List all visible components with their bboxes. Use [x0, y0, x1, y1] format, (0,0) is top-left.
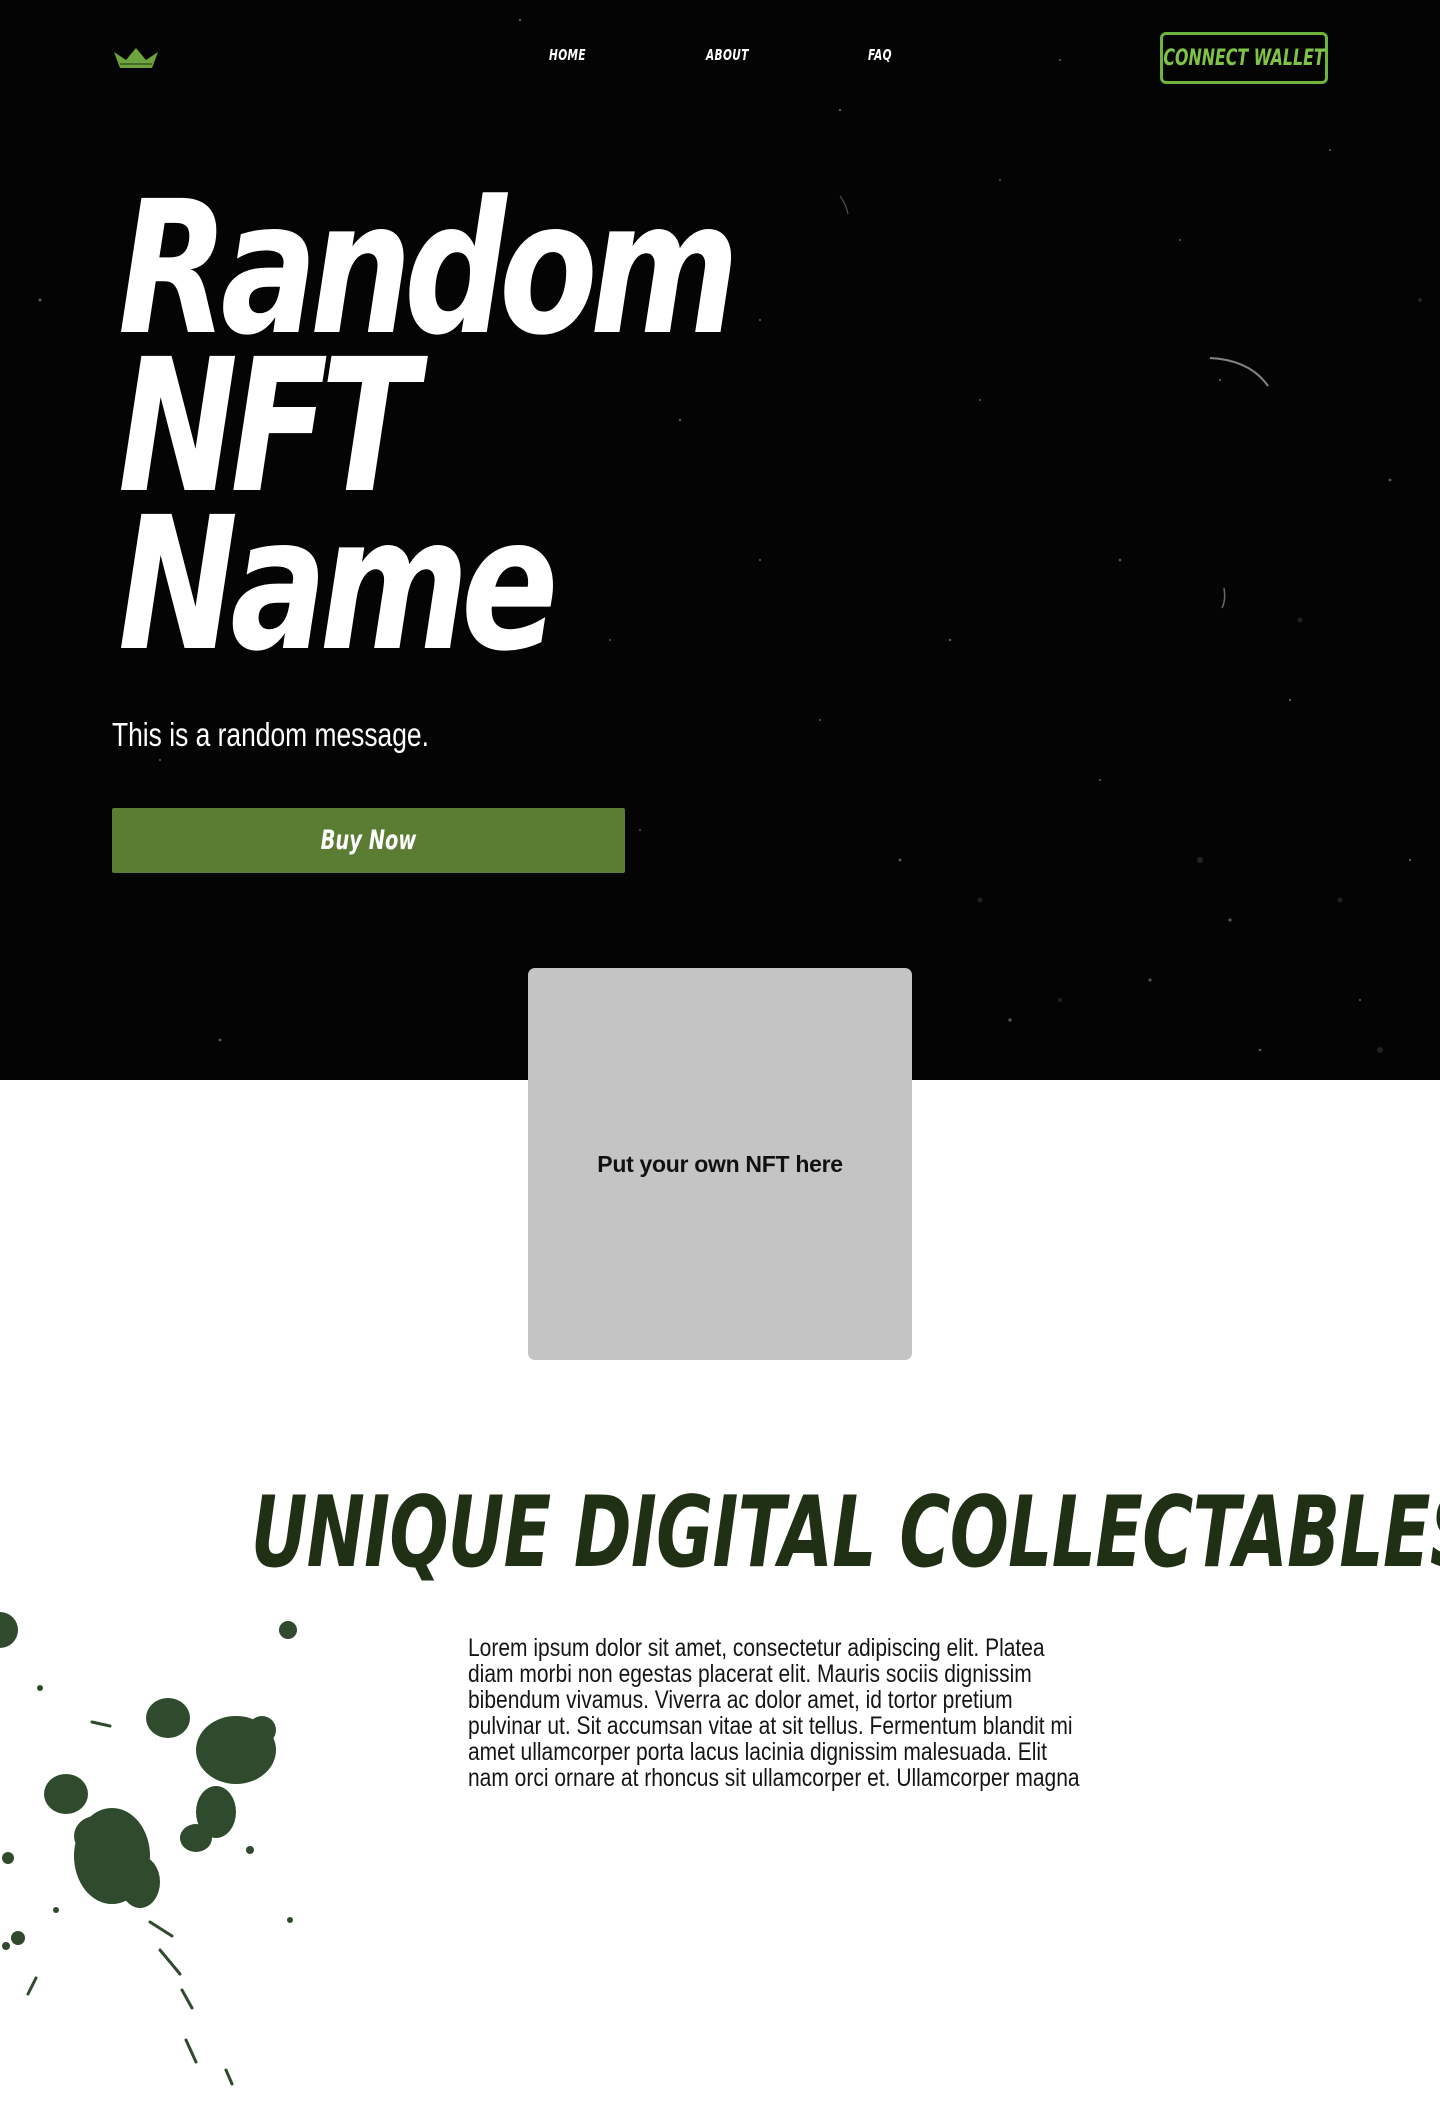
- nav-link-home[interactable]: HOME: [549, 46, 586, 64]
- hero-message: This is a random message.: [112, 716, 429, 753]
- hero-title-line-3: Name: [118, 478, 558, 692]
- collectables-title-text: UNIQUE DIGITAL COLLECTABLES: [250, 1476, 1440, 1590]
- collectables-body-line: diam morbi non egestas placerat elit. Ma…: [468, 1660, 1032, 1688]
- collectables-body-line: pulvinar ut. Sit accumsan vitae at sit t…: [468, 1712, 1073, 1740]
- buy-now-label: Buy Now: [320, 825, 417, 856]
- collectables-title: UNIQUE DIGITAL COLLECTABLES: [0, 1478, 1440, 1588]
- nft-placeholder: Put your own NFT here: [528, 968, 912, 1360]
- collectables-body-line: amet ullamcorper porta lacus lacinia dig…: [468, 1738, 1047, 1766]
- nft-placeholder-label: Put your own NFT here: [597, 1150, 843, 1177]
- nav-link-faq[interactable]: FAQ: [868, 46, 892, 64]
- connect-wallet-label: CONNECT WALLET: [1163, 45, 1325, 71]
- collectables-body-line: bibendum vivamus. Viverra ac dolor amet,…: [468, 1686, 1013, 1714]
- ink-splatter-decoration: [0, 1612, 297, 2086]
- crown-icon[interactable]: [112, 42, 160, 74]
- connect-wallet-button[interactable]: CONNECT WALLET: [1160, 32, 1328, 84]
- collectables-body: Lorem ipsum dolor sit amet, consectetur …: [420, 1634, 1080, 1792]
- hero-section: HOME ABOUT FAQ CONNECT WALLET Random NFT…: [0, 0, 1440, 1080]
- buy-now-button[interactable]: Buy Now: [112, 808, 625, 873]
- collectables-body-line: nam orci ornare at rhoncus sit ullamcorp…: [468, 1764, 1080, 1792]
- collectables-body-line: Lorem ipsum dolor sit amet, consectetur …: [468, 1634, 1045, 1662]
- hero-title: Random NFT Name: [118, 177, 739, 692]
- nav-link-about[interactable]: ABOUT: [706, 46, 749, 64]
